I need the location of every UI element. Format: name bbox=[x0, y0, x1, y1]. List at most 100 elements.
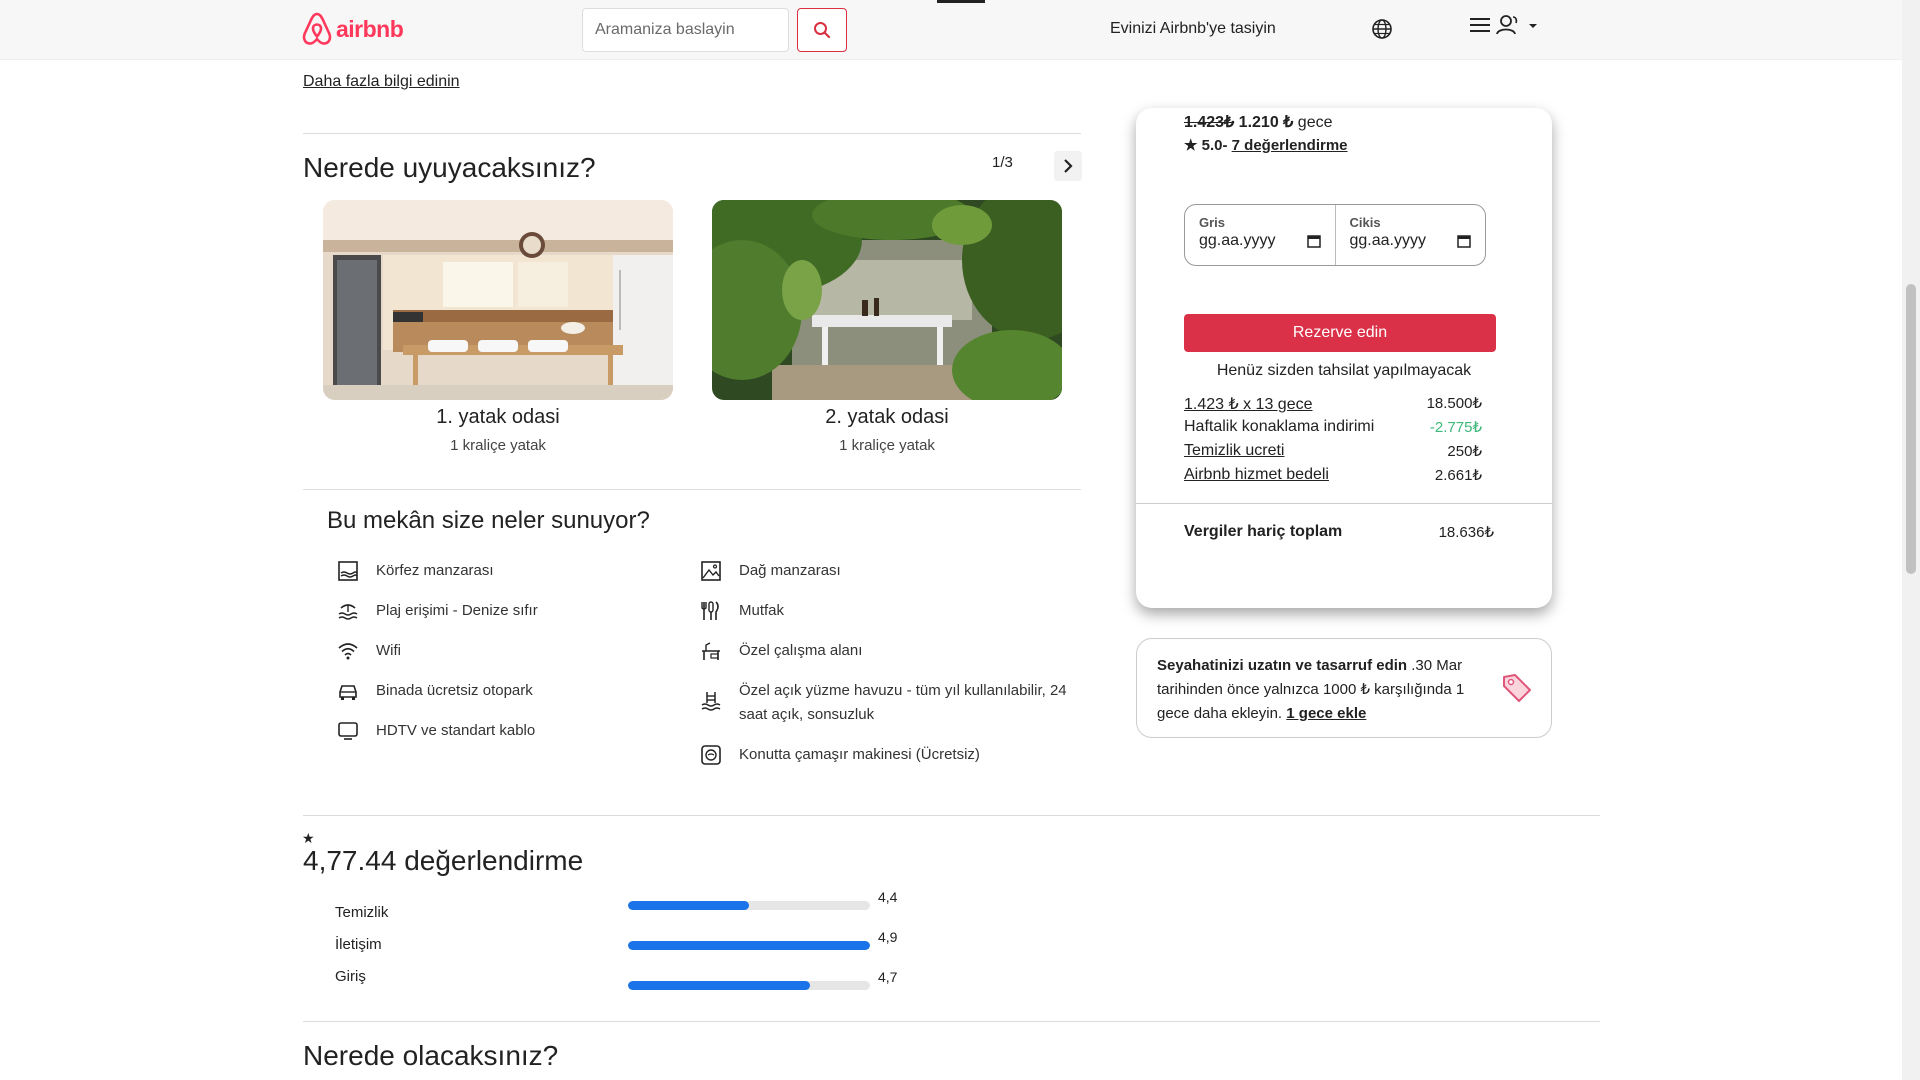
amenity-item: Mutfak bbox=[699, 599, 784, 623]
workspace-icon bbox=[699, 639, 723, 663]
fee-row: Airbnb hizmet bedeli 2.661₺ bbox=[1184, 466, 1494, 484]
add-night-link[interactable]: 1 gece ekle bbox=[1286, 705, 1366, 722]
amenity-item: Plaj erişimi - Denize sıfır bbox=[336, 599, 538, 623]
checkin-value: gg.aa.yyyy bbox=[1199, 232, 1276, 249]
amenity-item: Körfez manzarası bbox=[336, 559, 494, 583]
amenity-label: Wifi bbox=[376, 642, 401, 659]
section-divider bbox=[303, 1021, 1600, 1022]
original-price: 1.423₺ bbox=[1184, 114, 1235, 131]
host-your-home-link[interactable]: Evinizi Airbnb'ye tasiyin bbox=[1110, 20, 1276, 38]
calendar-icon[interactable] bbox=[1306, 234, 1321, 248]
discounted-price: 1.210 ₺ bbox=[1238, 114, 1294, 131]
booking-card: 1.423₺ 1.210 ₺ gece ★ 5.0- 7 değerlendir… bbox=[1136, 108, 1552, 608]
rating-value: 4,7 bbox=[878, 969, 898, 985]
rating-bar-fill bbox=[628, 901, 749, 910]
kitchen-photo bbox=[323, 200, 673, 400]
extend-stay-promo: Seyahatinizi uzatın ve tasarruf edin .30… bbox=[1136, 638, 1552, 738]
car-icon bbox=[336, 679, 360, 703]
promo-headline: Seyahatinizi uzatın ve tasarruf edin bbox=[1157, 657, 1408, 674]
amenity-label: Plaj erişimi - Denize sıfır bbox=[376, 602, 538, 619]
room-1-title: 1. yatak odasi bbox=[436, 406, 560, 428]
pool-icon bbox=[699, 689, 723, 713]
page-scrollbar[interactable] bbox=[1902, 0, 1920, 1080]
airbnb-logo[interactable]: airbnb bbox=[302, 12, 404, 46]
search-input[interactable] bbox=[595, 21, 776, 39]
promo-text: Seyahatinizi uzatın ve tasarruf edin .30… bbox=[1157, 654, 1497, 726]
language-button[interactable] bbox=[1371, 18, 1393, 45]
amenity-item: Özel açık yüzme havuzu - tüm yıl kullanı… bbox=[699, 679, 1069, 727]
room-2-bed-type: 1 kraliçe yatak bbox=[839, 437, 935, 454]
checkin-field[interactable]: Gris gg.aa.yyyy bbox=[1185, 205, 1335, 265]
room-card-1[interactable]: 1. yatak odasi 1 kraliçe yatak bbox=[323, 200, 673, 454]
user-menu-button[interactable] bbox=[1470, 14, 1538, 36]
fee-divider bbox=[1136, 503, 1552, 504]
location-section-title: Nerede olacaksınız? bbox=[303, 1040, 559, 1071]
checkin-label: Gris bbox=[1199, 215, 1226, 230]
amenity-label: Mutfak bbox=[739, 602, 785, 619]
caret-down-icon bbox=[1529, 24, 1537, 28]
reviews-link[interactable]: 7 değerlendirme bbox=[1232, 137, 1348, 154]
amenity-label: Konutta çamaşır makinesi (Ücretsiz) bbox=[739, 746, 980, 763]
no-charge-note: Henüz sizden tahsilat yapılmayacak bbox=[1216, 362, 1472, 379]
bay-view-icon bbox=[336, 559, 360, 583]
room-2-title: 2. yatak odasi bbox=[825, 406, 949, 428]
amenity-item: Binada ücretsiz otopark bbox=[336, 679, 533, 703]
garden-photo bbox=[712, 200, 1062, 400]
nightly-total-link[interactable]: 1.423 ₺ x 13 gece bbox=[1184, 396, 1313, 413]
amenities-section-title: Bu mekân size neler sunuyor? bbox=[327, 507, 650, 534]
airbnb-logo-icon bbox=[302, 12, 332, 45]
rating-category-label: İletişim bbox=[335, 936, 382, 953]
amenity-label: Körfez manzarası bbox=[376, 562, 494, 579]
amenity-label: Dağ manzarası bbox=[739, 562, 841, 579]
chevron-right-icon bbox=[1064, 159, 1073, 173]
next-room-button[interactable] bbox=[1054, 151, 1082, 181]
rating-value: 4,9 bbox=[878, 929, 898, 945]
calendar-icon[interactable] bbox=[1457, 234, 1471, 248]
beach-access-icon bbox=[336, 599, 360, 623]
service-fee-link[interactable]: Airbnb hizmet bedeli bbox=[1184, 466, 1329, 483]
washer-icon bbox=[699, 743, 723, 767]
amenity-item: Konutta çamaşır makinesi (Ücretsiz) bbox=[699, 743, 980, 767]
bedroom-2-photo[interactable] bbox=[712, 200, 1062, 400]
booking-rating: ★ 5.0- 7 değerlendirme bbox=[1184, 136, 1348, 154]
price-tag-icon bbox=[1500, 671, 1534, 710]
search-field[interactable] bbox=[582, 8, 789, 52]
rating-category-label: Temizlik bbox=[335, 904, 389, 921]
amenity-item: Özel çalışma alanı bbox=[699, 639, 862, 663]
amenity-label: Binada ücretsiz otopark bbox=[376, 682, 533, 699]
scrollbar-thumb[interactable] bbox=[1906, 284, 1916, 574]
active-tab-indicator bbox=[937, 0, 985, 3]
amenity-item: Wifi bbox=[336, 639, 401, 663]
learn-more-link[interactable]: Daha fazla bilgi edinin bbox=[303, 73, 460, 91]
user-icon bbox=[1496, 15, 1518, 35]
checkin-input[interactable]: gg.aa.yyyy bbox=[1199, 232, 1321, 250]
rating-score: ★ 5.0- bbox=[1184, 137, 1228, 154]
room-card-2[interactable]: 2. yatak odasi 1 kraliçe yatak bbox=[712, 200, 1062, 454]
fee-row: Temizlik ucreti 250₺ bbox=[1184, 442, 1494, 460]
total-label: Vergiler hariç toplam bbox=[1184, 523, 1343, 540]
per-night-label: gece bbox=[1297, 114, 1333, 131]
price-line: 1.423₺ 1.210 ₺ gece bbox=[1184, 112, 1333, 132]
total-row: Vergiler hariç toplam 18.636₺ bbox=[1184, 523, 1494, 541]
hamburger-icon bbox=[1470, 18, 1490, 32]
checkout-field[interactable]: Cikis gg.aa.yyyy bbox=[1334, 205, 1486, 265]
bedroom-1-photo[interactable] bbox=[323, 200, 673, 400]
amenity-item: HDTV ve standart kablo bbox=[336, 719, 535, 743]
cleaning-fee-link[interactable]: Temizlik ucreti bbox=[1184, 442, 1284, 459]
checkout-value: gg.aa.yyyy bbox=[1349, 232, 1426, 249]
amenity-label: HDTV ve standart kablo bbox=[376, 722, 536, 739]
rating-category-label: Giriş bbox=[335, 968, 366, 985]
total-amount: 18.636₺ bbox=[1438, 524, 1494, 541]
rating-bar-fill bbox=[628, 941, 870, 950]
wifi-icon bbox=[336, 639, 360, 663]
reserve-button[interactable]: Rezerve edin bbox=[1184, 314, 1496, 352]
discount-amount: -2.775₺ bbox=[1429, 419, 1482, 436]
search-button[interactable] bbox=[797, 8, 847, 52]
checkout-input[interactable]: gg.aa.yyyy bbox=[1350, 232, 1472, 250]
rating-bar bbox=[628, 901, 870, 910]
date-picker: Gris gg.aa.yyyy Cikis gg.aa.yyyy bbox=[1184, 204, 1486, 266]
rating-bar bbox=[628, 941, 870, 950]
mountain-view-icon bbox=[699, 559, 723, 583]
fee-amount: 18.500₺ bbox=[1426, 395, 1482, 412]
rating-bar-fill bbox=[628, 981, 810, 990]
